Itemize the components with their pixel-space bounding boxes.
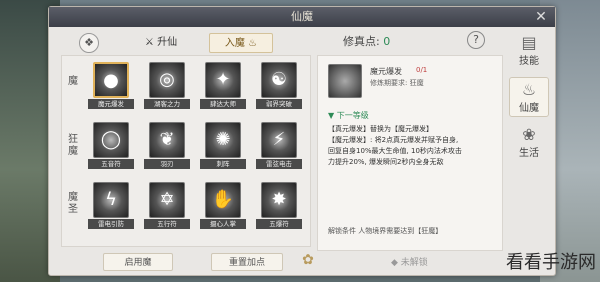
pentagram-icon: ✡ <box>149 182 185 218</box>
tab-life[interactable]: ❀ 生活 <box>509 123 549 163</box>
flame-icon: ♨ <box>248 38 258 49</box>
tab-ascend[interactable]: ⚔ 升仙 <box>131 33 191 53</box>
skill-cell[interactable]: ✺ 刺阵 <box>200 122 246 172</box>
bottom-bar: 启用魔 重置加点 ✿ ◆ 未解锁 <box>61 251 501 273</box>
lightning-icon: ϟ <box>93 182 129 218</box>
skill-cell[interactable]: ✡ 五行符 <box>144 182 190 232</box>
window-title-bar: 仙魔 ✕ <box>49 7 555 27</box>
detail-requirement: 修炼期要求: 狂魔 <box>370 79 424 87</box>
skill-cell[interactable]: ϟ 雷电引防 <box>88 182 134 232</box>
skill-cell[interactable]: ✋ 摄心人掌 <box>200 182 246 232</box>
lotus-icon: ❀ <box>522 125 536 144</box>
skill-cell[interactable]: ◯ 五音符 <box>88 122 134 172</box>
skill-cell[interactable]: ✸ 五爆符 <box>256 182 302 232</box>
tab-demon[interactable]: 入魔 ♨ <box>209 33 273 53</box>
row-label-kuangmo: 狂魔 <box>68 134 78 157</box>
skill-panel: 仙魔 ✕ ❖ ⚔ 升仙 入魔 ♨ 魔 狂魔 魔圣 ● 魔元爆发 ◎ 湖客之力 ✦… <box>48 6 556 276</box>
spiral-icon: ✺ <box>205 122 241 158</box>
row-label-mosheng: 魔圣 <box>68 192 78 215</box>
skill-cell[interactable]: ✦ 肆达大师 <box>200 62 246 112</box>
blade-icon: ⚔ <box>144 37 154 48</box>
cultivation-points: 修真点: 0 <box>343 35 391 48</box>
question-icon[interactable]: ? <box>467 31 485 49</box>
claw-icon: ✦ <box>205 62 241 98</box>
tab-xianmo[interactable]: ♨ 仙魔 <box>509 77 549 117</box>
enable-demon-button[interactable]: 启用魔 <box>103 253 173 271</box>
window-title: 仙魔 <box>291 10 313 23</box>
crest-icon: ❖ <box>79 33 99 53</box>
skill-grid: 魔 狂魔 魔圣 ● 魔元爆发 ◎ 湖客之力 ✦ 肆达大师 ☯ 弱界突破 ◯ 五音… <box>61 55 311 247</box>
detail-box: 魔元爆发 0/1 修炼期要求: 狂魔 ▼ 下一等级 【真元爆发】替换为【魔元爆发… <box>317 55 503 251</box>
unlock-condition: 解锁条件 人物境界需要达到【狂魔】 <box>328 227 443 235</box>
slash-icon: ⚡ <box>261 122 297 158</box>
skill-cell[interactable]: ⚡ 雷弦电击 <box>256 122 302 172</box>
close-icon[interactable]: ✕ <box>533 9 549 25</box>
detail-description: 【真元爆发】替换为【魔元爆发】 【魔元爆发】: 将2点真元爆发并赋予自身, 回复… <box>328 125 462 166</box>
book-icon: ▤ <box>521 33 537 52</box>
skill-detail-panel: 修真点: 0 ? 魔元爆发 0/1 修炼期要求: 狂魔 ▼ 下一等级 【真元爆发… <box>317 29 503 251</box>
detail-skill-name: 魔元爆发 <box>370 67 402 76</box>
reset-points-button[interactable]: 重置加点 <box>211 253 283 271</box>
skill-cell[interactable]: ◎ 湖客之力 <box>144 62 190 112</box>
mode-tabs: ❖ ⚔ 升仙 入魔 ♨ <box>61 31 311 55</box>
dark-orb-icon: ● <box>93 62 129 98</box>
meditate-icon: ☯ <box>261 62 297 98</box>
dark-orb-icon <box>328 64 362 98</box>
swirl-icon: ◎ <box>149 62 185 98</box>
palm-icon: ✋ <box>205 182 241 218</box>
burst-icon: ✸ <box>261 182 297 218</box>
ring-icon: ◯ <box>93 122 129 158</box>
feather-icon: ❦ <box>149 122 185 158</box>
skill-cell[interactable]: ● 魔元爆发 <box>88 62 134 112</box>
next-level-header: ▼ 下一等级 <box>328 111 369 120</box>
side-tabs: ▤ 技能 ♨ 仙魔 ❀ 生活 <box>505 31 553 171</box>
skill-cell[interactable]: ❦ 羽刃 <box>144 122 190 172</box>
row-label-mo: 魔 <box>68 76 78 87</box>
skill-cell[interactable]: ☯ 弱界突破 <box>256 62 302 112</box>
flame-icon: ♨ <box>521 80 537 99</box>
tab-skills[interactable]: ▤ 技能 <box>509 31 549 71</box>
locked-status: ◆ 未解锁 <box>391 258 428 268</box>
detail-rank: 0/1 <box>416 66 428 74</box>
emblem-icon: ✿ <box>302 252 314 268</box>
watermark: 看看手游网 <box>506 252 596 273</box>
